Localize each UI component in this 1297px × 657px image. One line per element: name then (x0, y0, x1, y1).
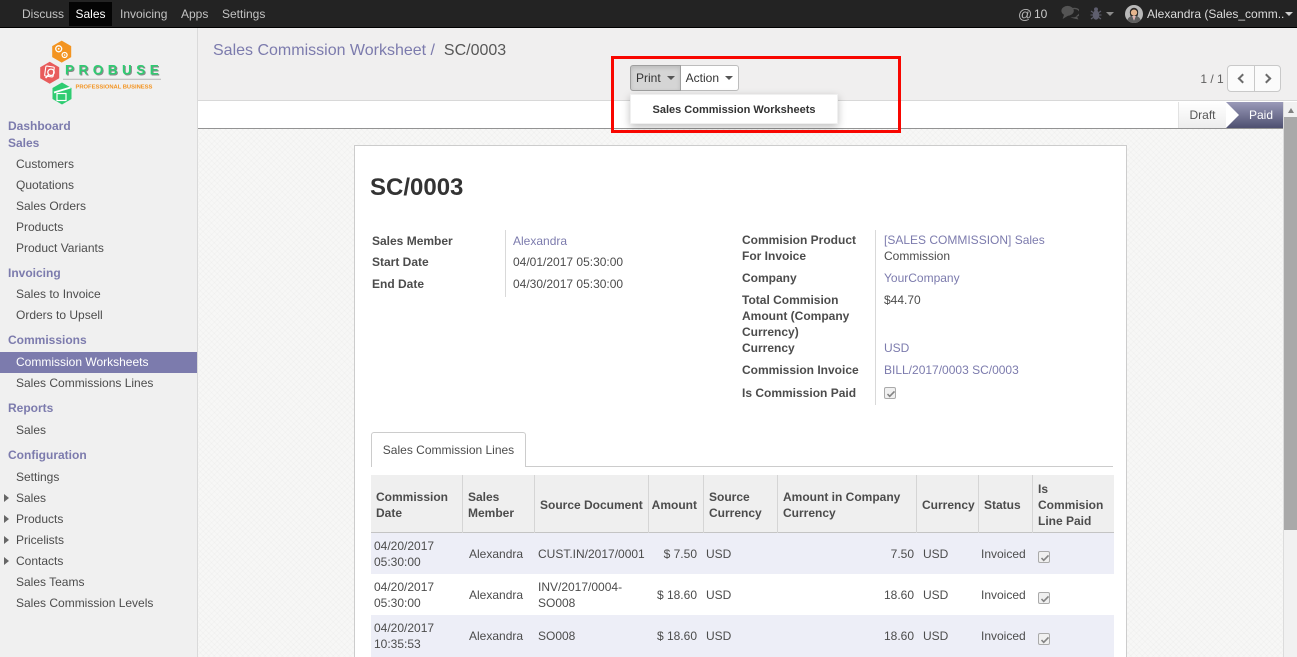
svg-text:PROFESSIONAL BUSINESS: PROFESSIONAL BUSINESS (76, 85, 153, 91)
svg-text:PROBUSE: PROBUSE (65, 63, 163, 78)
